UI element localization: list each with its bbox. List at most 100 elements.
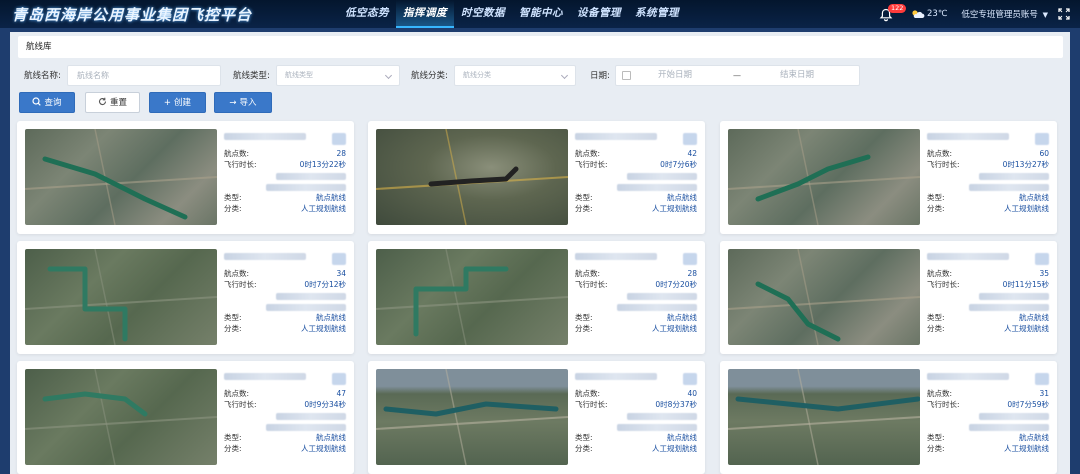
type-label: 类型:: [575, 433, 593, 442]
nav-item-situation[interactable]: 低空态势: [338, 0, 396, 28]
import-label: 导入: [239, 98, 257, 108]
route-category-select[interactable]: 航线分类: [454, 65, 576, 86]
route-map-thumbnail[interactable]: [25, 129, 217, 225]
duration-label: 飞行时长:: [224, 160, 257, 169]
search-icon: [32, 97, 42, 106]
create-button[interactable]: + 创建: [149, 92, 206, 113]
type-label: 类型:: [927, 193, 945, 202]
route-card[interactable]: 航点数: 42 飞行时长: 0时7分6秒 类型: 航点航线 分类: 人工规划航线: [368, 121, 705, 234]
route-map-thumbnail[interactable]: [728, 249, 920, 345]
nav-item-dispatch[interactable]: 指挥调度: [396, 0, 454, 28]
waypoints-value: 60: [1039, 149, 1049, 158]
type-value: 航点航线: [667, 433, 697, 442]
waypoints-label: 航点数:: [224, 269, 250, 278]
waypoints-value: 42: [687, 149, 697, 158]
route-map-thumbnail[interactable]: [728, 129, 920, 225]
route-card[interactable]: 航点数: 35 飞行时长: 0时11分15秒 类型: 航点航线 分类: 人工规划航线: [720, 241, 1057, 354]
route-card[interactable]: 航点数: 47 飞行时长: 0时9分34秒 类型: 航点航线 分类: 人工规划航线: [17, 361, 354, 474]
category-label: 分类:: [927, 324, 945, 333]
route-card[interactable]: 航点数: 31 飞行时长: 0时7分59秒 类型: 航点航线 分类: 人工规划航线: [720, 361, 1057, 474]
route-card[interactable]: 航点数: 40 飞行时长: 0时8分37秒 类型: 航点航线 分类: 人工规划航线: [368, 361, 705, 474]
waypoints-value: 28: [336, 149, 346, 158]
waypoints-label: 航点数:: [927, 389, 953, 398]
category-value: 人工规划航线: [301, 324, 346, 333]
nav-item-intelligence[interactable]: 智能中心: [512, 0, 570, 28]
date-label: 日期:: [590, 71, 610, 81]
type-value: 航点航线: [1019, 313, 1049, 322]
type-value: 航点航线: [667, 313, 697, 322]
route-map-thumbnail[interactable]: [728, 369, 920, 465]
duration-value: 0时7分12秒: [304, 280, 346, 289]
route-map-thumbnail[interactable]: [25, 369, 217, 465]
import-button[interactable]: → 导入: [214, 92, 272, 113]
route-card[interactable]: 航点数: 28 飞行时长: 0时7分20秒 类型: 航点航线 分类: 人工规划航线: [368, 241, 705, 354]
account-name: 低空专班管理员账号: [961, 10, 1038, 20]
weather: 23℃: [911, 9, 947, 19]
route-card[interactable]: 航点数: 34 飞行时长: 0时7分12秒 类型: 航点航线 分类: 人工规划航线: [17, 241, 354, 354]
route-thumb-icon: [683, 373, 697, 385]
type-label: 类型:: [224, 193, 242, 202]
duration-value: 0时13分22秒: [299, 160, 346, 169]
date-range-picker[interactable]: 开始日期 — 结束日期: [615, 65, 860, 86]
category-label: 分类:: [575, 444, 593, 453]
nav-item-spatial-data[interactable]: 时空数据: [454, 0, 512, 28]
route-type-select[interactable]: 航线类型: [276, 65, 400, 86]
category-label: 分类:: [927, 444, 945, 453]
category-label: 分类:: [575, 324, 593, 333]
account-menu[interactable]: 低空专班管理员账号 ▼: [961, 8, 1048, 20]
route-map-thumbnail[interactable]: [376, 249, 568, 345]
duration-value: 0时11分15秒: [1002, 280, 1049, 289]
category-value: 人工规划航线: [1004, 444, 1049, 453]
category-value: 人工规划航线: [301, 444, 346, 453]
waypoints-label: 航点数:: [575, 389, 601, 398]
route-card[interactable]: 航点数: 60 飞行时长: 0时13分27秒 类型: 航点航线 分类: 人工规划航线: [720, 121, 1057, 234]
route-name-input[interactable]: 航线名称: [67, 65, 221, 86]
route-info: 航点数: 34 飞行时长: 0时7分12秒 类型: 航点航线 分类: 人工规划航线: [224, 249, 346, 334]
reset-button[interactable]: 重置: [85, 92, 140, 113]
end-date-input[interactable]: 结束日期: [780, 66, 814, 85]
route-map-thumbnail[interactable]: [376, 129, 568, 225]
chevron-down-icon: [384, 71, 393, 80]
category-label: 分类:: [224, 444, 242, 453]
category-value: 人工规划航线: [1004, 324, 1049, 333]
start-date-input[interactable]: 开始日期: [658, 66, 692, 85]
type-label: 类型:: [575, 193, 593, 202]
waypoints-label: 航点数:: [224, 389, 250, 398]
route-info: 航点数: 60 飞行时长: 0时13分27秒 类型: 航点航线 分类: 人工规划航线: [927, 129, 1049, 214]
route-card[interactable]: 航点数: 28 飞行时长: 0时13分22秒 类型: 航点航线 分类: 人工规划航线: [17, 121, 354, 234]
waypoints-label: 航点数:: [927, 269, 953, 278]
route-map-thumbnail[interactable]: [376, 369, 568, 465]
app-title: 青岛西海岸公用事业集团飞控平台: [12, 6, 253, 24]
cloud-icon: [912, 10, 925, 18]
date-separator: —: [733, 71, 741, 80]
waypoints-label: 航点数:: [575, 269, 601, 278]
notification-button[interactable]: 122: [879, 4, 907, 22]
waypoints-value: 40: [687, 389, 697, 398]
caret-down-icon: ▼: [1042, 11, 1048, 19]
create-label: 创建: [174, 98, 192, 108]
route-info: 航点数: 28 飞行时长: 0时7分20秒 类型: 航点航线 分类: 人工规划航线: [575, 249, 697, 334]
arrow-right-icon: →: [229, 98, 237, 108]
type-value: 航点航线: [1019, 433, 1049, 442]
route-thumb-icon: [1035, 133, 1049, 145]
duration-label: 飞行时长:: [927, 280, 960, 289]
fullscreen-icon[interactable]: [1058, 8, 1070, 20]
chevron-down-icon: [560, 71, 569, 80]
duration-label: 飞行时长:: [575, 160, 608, 169]
duration-label: 飞行时长:: [575, 400, 608, 409]
type-value: 航点航线: [1019, 193, 1049, 202]
route-category-label: 航线分类:: [411, 71, 448, 81]
nav-item-devices[interactable]: 设备管理: [570, 0, 628, 28]
category-value: 人工规划航线: [652, 204, 697, 213]
type-label: 类型:: [224, 313, 242, 322]
notification-badge: 122: [888, 4, 907, 13]
query-button[interactable]: 查询: [19, 92, 75, 113]
route-map-thumbnail[interactable]: [25, 249, 217, 345]
category-label: 分类:: [224, 324, 242, 333]
category-value: 人工规划航线: [301, 204, 346, 213]
duration-label: 飞行时长:: [224, 400, 257, 409]
nav-item-system[interactable]: 系统管理: [628, 0, 686, 28]
query-label: 查询: [44, 98, 62, 108]
filter-bar: 航线名称: 航线名称 航线类型: 航线类型 航线分类: 航线分类 日期: 开始日…: [10, 65, 1070, 87]
route-info: 航点数: 28 飞行时长: 0时13分22秒 类型: 航点航线 分类: 人工规划航线: [224, 129, 346, 214]
